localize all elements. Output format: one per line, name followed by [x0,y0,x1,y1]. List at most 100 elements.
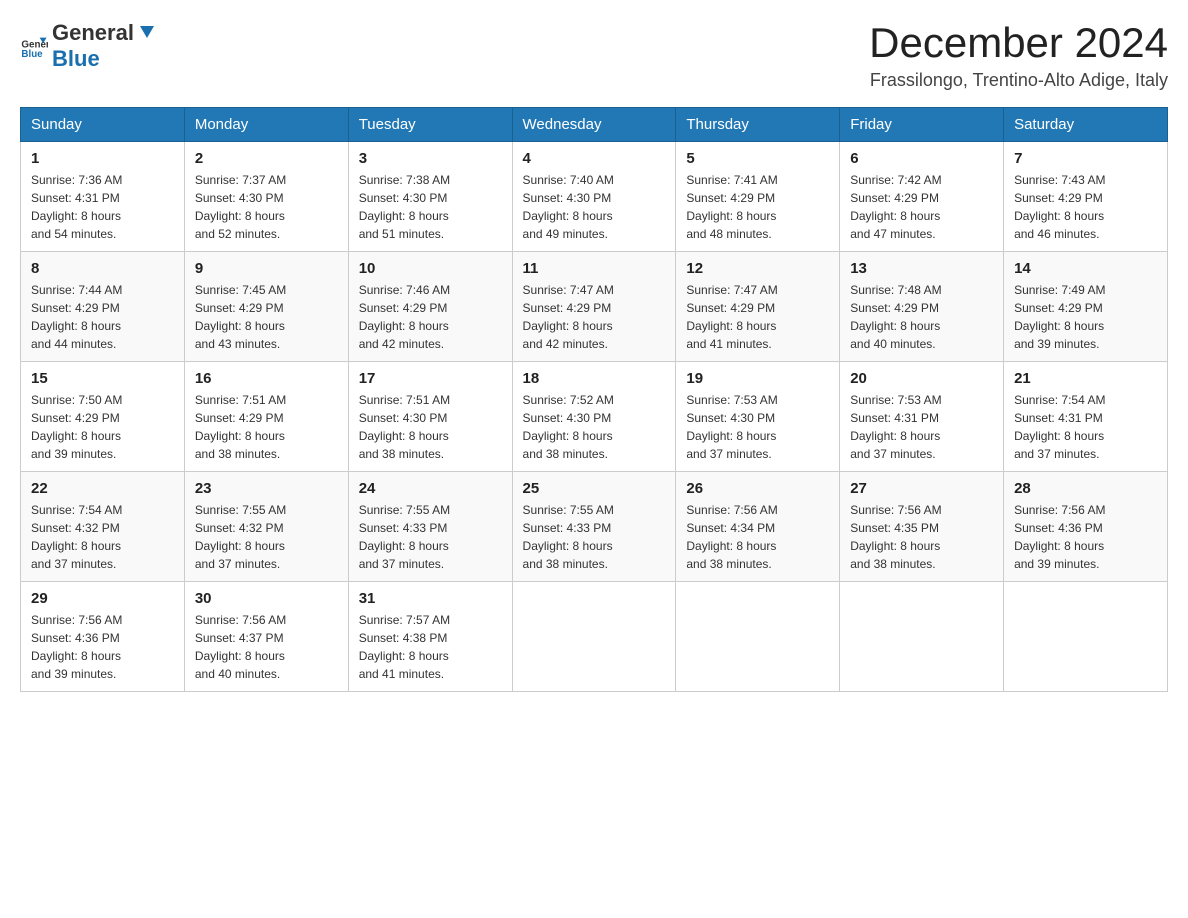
day-number: 1 [31,150,174,167]
day-number: 9 [195,260,338,277]
calendar-cell [512,582,676,692]
calendar-cell: 31 Sunrise: 7:57 AMSunset: 4:38 PMDayligh… [348,582,512,692]
day-number: 29 [31,590,174,607]
calendar-cell: 21 Sunrise: 7:54 AMSunset: 4:31 PMDayligh… [1004,362,1168,472]
day-number: 4 [523,150,666,167]
day-number: 13 [850,260,993,277]
calendar-cell: 28Sunrise: 7:56 AMSunset: 4:36 PMDayligh… [1004,472,1168,582]
calendar-cell: 19Sunrise: 7:53 AMSunset: 4:30 PMDayligh… [676,362,840,472]
day-info: Sunrise: 7:38 AMSunset: 4:30 PMDaylight:… [359,171,502,243]
calendar-cell: 12Sunrise: 7:47 AMSunset: 4:29 PMDayligh… [676,252,840,362]
day-info: Sunrise: 7:46 AMSunset: 4:29 PMDaylight:… [359,281,502,353]
calendar-cell: 5 Sunrise: 7:41 AMSunset: 4:29 PMDaylight… [676,142,840,252]
calendar-cell: 2 Sunrise: 7:37 AMSunset: 4:30 PMDaylight… [184,142,348,252]
day-info: Sunrise: 7:50 AMSunset: 4:29 PMDaylight:… [31,391,174,463]
calendar-cell: 22 Sunrise: 7:54 AMSunset: 4:32 PMDayligh… [21,472,185,582]
day-number: 28 [1014,480,1157,497]
calendar-cell: 20 Sunrise: 7:53 AMSunset: 4:31 PMDayligh… [840,362,1004,472]
calendar-cell: 6 Sunrise: 7:42 AMSunset: 4:29 PMDaylight… [840,142,1004,252]
day-header-thursday: Thursday [676,108,840,142]
day-info: Sunrise: 7:55 AMSunset: 4:33 PMDaylight:… [523,501,666,573]
calendar-cell: 4Sunrise: 7:40 AMSunset: 4:30 PMDaylight… [512,142,676,252]
month-title: December 2024 [869,20,1168,66]
day-info: Sunrise: 7:56 AMSunset: 4:36 PMDaylight:… [31,611,174,683]
day-info: Sunrise: 7:56 AMSunset: 4:35 PMDaylight:… [850,501,993,573]
calendar-cell: 27 Sunrise: 7:56 AMSunset: 4:35 PMDayligh… [840,472,1004,582]
calendar-cell: 8 Sunrise: 7:44 AMSunset: 4:29 PMDaylight… [21,252,185,362]
calendar-cell: 15 Sunrise: 7:50 AMSunset: 4:29 PMDayligh… [21,362,185,472]
day-number: 27 [850,480,993,497]
calendar-header-row: SundayMondayTuesdayWednesdayThursdayFrid… [21,108,1168,142]
logo-general-text: General [52,20,134,46]
day-header-sunday: Sunday [21,108,185,142]
week-row-2: 8 Sunrise: 7:44 AMSunset: 4:29 PMDaylight… [21,252,1168,362]
calendar-cell: 10Sunrise: 7:46 AMSunset: 4:29 PMDayligh… [348,252,512,362]
title-section: December 2024 Frassilongo, Trentino-Alto… [869,20,1168,91]
day-info: Sunrise: 7:53 AMSunset: 4:31 PMDaylight:… [850,391,993,463]
logo-blue-text: Blue [52,46,100,71]
day-info: Sunrise: 7:54 AMSunset: 4:31 PMDaylight:… [1014,391,1157,463]
week-row-3: 15 Sunrise: 7:50 AMSunset: 4:29 PMDayligh… [21,362,1168,472]
day-number: 20 [850,370,993,387]
calendar-cell: 13 Sunrise: 7:48 AMSunset: 4:29 PMDayligh… [840,252,1004,362]
week-row-4: 22 Sunrise: 7:54 AMSunset: 4:32 PMDayligh… [21,472,1168,582]
calendar-cell [676,582,840,692]
calendar-cell: 24Sunrise: 7:55 AMSunset: 4:33 PMDayligh… [348,472,512,582]
calendar-cell: 25 Sunrise: 7:55 AMSunset: 4:33 PMDayligh… [512,472,676,582]
calendar-cell [1004,582,1168,692]
calendar-cell: 16 Sunrise: 7:51 AMSunset: 4:29 PMDayligh… [184,362,348,472]
day-number: 15 [31,370,174,387]
day-info: Sunrise: 7:55 AMSunset: 4:32 PMDaylight:… [195,501,338,573]
day-info: Sunrise: 7:51 AMSunset: 4:29 PMDaylight:… [195,391,338,463]
day-info: Sunrise: 7:42 AMSunset: 4:29 PMDaylight:… [850,171,993,243]
day-number: 3 [359,150,502,167]
day-info: Sunrise: 7:54 AMSunset: 4:32 PMDaylight:… [31,501,174,573]
day-number: 31 [359,590,502,607]
calendar-cell: 29 Sunrise: 7:56 AMSunset: 4:36 PMDayligh… [21,582,185,692]
day-number: 17 [359,370,502,387]
day-header-wednesday: Wednesday [512,108,676,142]
day-number: 22 [31,480,174,497]
day-number: 7 [1014,150,1157,167]
day-info: Sunrise: 7:53 AMSunset: 4:30 PMDaylight:… [686,391,829,463]
week-row-1: 1Sunrise: 7:36 AMSunset: 4:31 PMDaylight… [21,142,1168,252]
calendar-cell: 14 Sunrise: 7:49 AMSunset: 4:29 PMDayligh… [1004,252,1168,362]
day-number: 23 [195,480,338,497]
day-number: 18 [523,370,666,387]
day-number: 21 [1014,370,1157,387]
day-info: Sunrise: 7:44 AMSunset: 4:29 PMDaylight:… [31,281,174,353]
day-info: Sunrise: 7:41 AMSunset: 4:29 PMDaylight:… [686,171,829,243]
week-row-5: 29 Sunrise: 7:56 AMSunset: 4:36 PMDayligh… [21,582,1168,692]
calendar-cell: 11Sunrise: 7:47 AMSunset: 4:29 PMDayligh… [512,252,676,362]
day-info: Sunrise: 7:47 AMSunset: 4:29 PMDaylight:… [523,281,666,353]
day-info: Sunrise: 7:45 AMSunset: 4:29 PMDaylight:… [195,281,338,353]
calendar-cell: 9 Sunrise: 7:45 AMSunset: 4:29 PMDaylight… [184,252,348,362]
day-number: 14 [1014,260,1157,277]
calendar-cell: 18Sunrise: 7:52 AMSunset: 4:30 PMDayligh… [512,362,676,472]
day-info: Sunrise: 7:57 AMSunset: 4:38 PMDaylight:… [359,611,502,683]
day-number: 30 [195,590,338,607]
calendar-cell: 3 Sunrise: 7:38 AMSunset: 4:30 PMDaylight… [348,142,512,252]
day-number: 8 [31,260,174,277]
calendar-table: SundayMondayTuesdayWednesdayThursdayFrid… [20,107,1168,692]
day-info: Sunrise: 7:56 AMSunset: 4:34 PMDaylight:… [686,501,829,573]
calendar-cell: 23 Sunrise: 7:55 AMSunset: 4:32 PMDayligh… [184,472,348,582]
day-number: 25 [523,480,666,497]
day-info: Sunrise: 7:48 AMSunset: 4:29 PMDaylight:… [850,281,993,353]
page-header: General Blue General Blue December 2024 … [20,20,1168,91]
logo-icon: General Blue [20,32,48,60]
svg-text:Blue: Blue [21,49,43,60]
day-info: Sunrise: 7:49 AMSunset: 4:29 PMDaylight:… [1014,281,1157,353]
day-number: 6 [850,150,993,167]
day-info: Sunrise: 7:47 AMSunset: 4:29 PMDaylight:… [686,281,829,353]
calendar-cell: 26Sunrise: 7:56 AMSunset: 4:34 PMDayligh… [676,472,840,582]
calendar-cell: 7 Sunrise: 7:43 AMSunset: 4:29 PMDaylight… [1004,142,1168,252]
calendar-cell: 1Sunrise: 7:36 AMSunset: 4:31 PMDaylight… [21,142,185,252]
day-info: Sunrise: 7:37 AMSunset: 4:30 PMDaylight:… [195,171,338,243]
day-number: 5 [686,150,829,167]
day-info: Sunrise: 7:43 AMSunset: 4:29 PMDaylight:… [1014,171,1157,243]
day-number: 24 [359,480,502,497]
day-number: 2 [195,150,338,167]
calendar-cell [840,582,1004,692]
day-number: 16 [195,370,338,387]
